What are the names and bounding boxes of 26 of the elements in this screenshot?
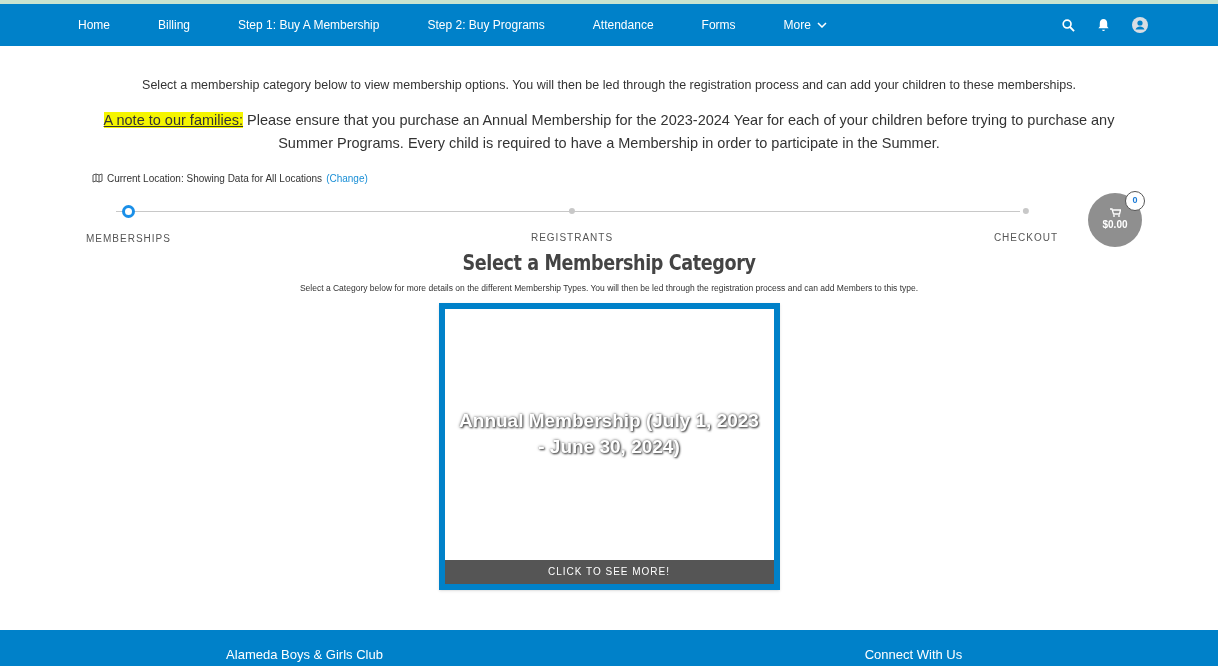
section-heading: Select a Membership Category (461, 248, 757, 277)
nav-link[interactable]: Billing (158, 16, 191, 34)
category-title: Annual Membership (July 1, 2023 - June 30, 2024) (458, 409, 761, 461)
nav-link[interactable]: Step 2: Buy Programs (427, 16, 545, 34)
cart-count-badge: 0 (1125, 190, 1145, 211)
see-more-button[interactable]: CLICK TO SEE MORE! (444, 559, 774, 584)
change-location-link[interactable]: (Change) (326, 170, 368, 186)
more-menu-button[interactable]: More (783, 16, 827, 34)
intro-text: Select a membership category below to view membership options. You will then be led through the registration process and can add your children to these memberships. (141, 77, 1077, 94)
map-icon (92, 173, 103, 184)
section-subtitle: Select a Category below for more details on the different Membership Types. You will then be led through the registration process and can add Members to this type. (298, 281, 920, 295)
nav-link[interactable]: Forms (701, 16, 736, 34)
location-text: Current Location: Showing Data for All Locations (107, 171, 323, 186)
user-avatar-icon[interactable] (1132, 17, 1148, 33)
cart-icon (1109, 207, 1121, 217)
cart-button[interactable]: $0.00 0 (1088, 192, 1142, 247)
membership-category-card[interactable]: Annual Membership (July 1, 2023 - June 30, 2024) CLICK TO SEE MORE! (438, 302, 780, 590)
footer-heading: Alameda Boys & Girls Club (226, 645, 383, 664)
search-icon[interactable] (1062, 18, 1075, 32)
cart-total: $0.00 (1102, 217, 1128, 232)
nav-link[interactable]: Home (78, 16, 110, 34)
bell-icon[interactable] (1097, 18, 1110, 32)
chevron-down-icon (816, 22, 827, 28)
nav-link[interactable]: Step 1: Buy A Membership (238, 16, 380, 34)
nav-link[interactable]: Attendance (592, 16, 654, 34)
footer-heading: Connect With Us (864, 645, 963, 664)
